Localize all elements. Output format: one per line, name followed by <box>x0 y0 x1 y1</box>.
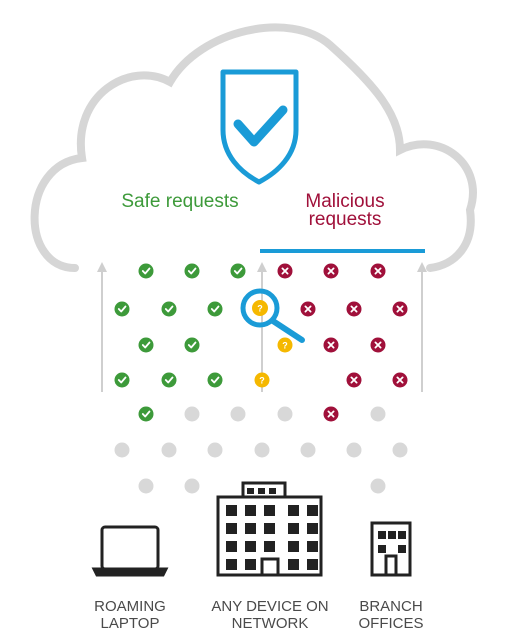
malicious-requests-label: Malicious requests <box>305 191 385 230</box>
x-circle-icon <box>370 263 386 279</box>
svg-text:?: ? <box>282 341 288 351</box>
check-circle-icon <box>207 372 223 388</box>
neutral-dot <box>184 478 200 494</box>
x-circle-icon <box>346 301 362 317</box>
check-circle-icon <box>138 406 154 422</box>
check-circle-icon <box>114 301 130 317</box>
neutral-dot <box>300 442 316 458</box>
neutral-dot <box>230 406 246 422</box>
neutral-dot <box>184 406 200 422</box>
check-circle-icon <box>184 263 200 279</box>
dns-security-diagram: ??? <box>30 23 477 577</box>
check-circle-icon <box>184 337 200 353</box>
neutral-dot <box>207 442 223 458</box>
magnifier-icon <box>240 288 305 343</box>
device-label-roaming-laptop: ROAMING LAPTOP <box>94 598 166 632</box>
shield-check-icon <box>220 69 299 185</box>
question-circle-icon: ? <box>277 337 293 353</box>
question-circle-icon: ? <box>254 372 270 388</box>
check-circle-icon <box>207 301 223 317</box>
x-circle-icon <box>300 301 316 317</box>
neutral-dot <box>114 442 130 458</box>
x-circle-icon <box>346 372 362 388</box>
svg-text:?: ? <box>259 376 265 386</box>
branch-building-icon <box>370 521 412 577</box>
neutral-dot <box>346 442 362 458</box>
question-circle-icon: ? <box>252 300 268 316</box>
safe-requests-label: Safe requests <box>121 191 239 212</box>
device-label-branch-offices: BRANCH OFFICES <box>358 598 424 632</box>
neutral-dot <box>370 406 386 422</box>
laptop-icon <box>91 525 169 577</box>
svg-text:?: ? <box>257 304 263 314</box>
check-circle-icon <box>230 263 246 279</box>
check-circle-icon <box>114 372 130 388</box>
x-circle-icon <box>277 263 293 279</box>
x-circle-icon <box>323 406 339 422</box>
x-circle-icon <box>323 337 339 353</box>
arrow <box>97 262 107 392</box>
neutral-dot <box>277 406 293 422</box>
check-circle-icon <box>161 301 177 317</box>
x-circle-icon <box>370 337 386 353</box>
check-circle-icon <box>138 263 154 279</box>
neutral-dot <box>161 442 177 458</box>
office-building-icon <box>216 481 323 577</box>
x-circle-icon <box>323 263 339 279</box>
neutral-dot <box>138 478 154 494</box>
neutral-dot <box>370 478 386 494</box>
x-circle-icon <box>392 301 408 317</box>
arrow <box>417 262 427 392</box>
neutral-dot <box>392 442 408 458</box>
check-circle-icon <box>161 372 177 388</box>
neutral-dot <box>254 442 270 458</box>
x-circle-icon <box>392 372 408 388</box>
check-circle-icon <box>138 337 154 353</box>
device-label-any-device: ANY DEVICE ON NETWORK <box>211 598 329 632</box>
